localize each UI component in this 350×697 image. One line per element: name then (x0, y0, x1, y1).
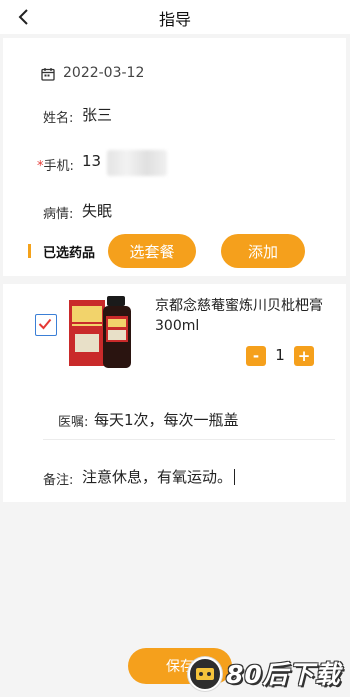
advice-label: 医嘱: (58, 415, 89, 430)
note-label: 备注: (43, 473, 74, 488)
patient-info-card: 2022-03-12 姓名: 张三 *手机: 13 病情: 失眠 已选药品 选套… (3, 38, 346, 276)
section-accent-bar (28, 244, 31, 258)
name-label: 姓名: (43, 111, 74, 126)
medicine-card: 京都念慈菴蜜炼川贝枇杷膏300ml - 1 + 医嘱: 每天1次，每次一瓶盖 备… (3, 284, 346, 502)
product-image (67, 294, 147, 374)
select-package-button[interactable]: 选套餐 (108, 234, 196, 268)
note-text: 注意休息，有氧运动。 (82, 468, 233, 486)
name-row: 姓名: 张三 (3, 102, 346, 128)
phone-label-text: 手机: (43, 159, 74, 174)
add-medicine-button[interactable]: 添加 (221, 234, 305, 268)
section-title: 已选药品 (43, 246, 96, 261)
phone-redaction (107, 150, 167, 176)
condition-label: 病情: (43, 207, 74, 222)
watermark-text: 80后下载 (226, 660, 341, 689)
phone-label: *手机: (37, 155, 74, 174)
condition-row: 病情: 失眠 (3, 198, 346, 224)
name-field[interactable]: 张三 (82, 104, 112, 125)
product-name: 京都念慈菴蜜炼川贝枇杷膏300ml (155, 298, 323, 334)
quantity-value: 1 (275, 346, 285, 364)
calendar-icon (41, 66, 55, 81)
advice-row: 医嘱: 每天1次，每次一瓶盖 (3, 404, 346, 434)
date-row: 2022-03-12 (3, 62, 346, 84)
note-row: 备注: 注意休息，有氧运动。 (3, 464, 346, 490)
divider (43, 439, 335, 440)
phone-field[interactable]: 13 (82, 152, 101, 170)
condition-field[interactable]: 失眠 (82, 200, 112, 221)
text-cursor (234, 469, 236, 485)
selected-medicine-header: 已选药品 选套餐 添加 (3, 234, 346, 270)
watermark: 80后下载 (188, 655, 344, 691)
top-bar: 指导 (0, 0, 350, 34)
increase-quantity-button[interactable]: + (294, 346, 314, 366)
page-title: 指导 (158, 10, 191, 29)
advice-field[interactable]: 每天1次，每次一瓶盖 (94, 409, 239, 430)
medicine-checkbox[interactable] (35, 314, 57, 336)
note-field[interactable]: 注意休息，有氧运动。 (82, 466, 236, 487)
phone-row: *手机: 13 (3, 150, 346, 176)
decrease-quantity-button[interactable]: - (246, 346, 266, 366)
cassette-logo-icon (188, 657, 222, 691)
date-value[interactable]: 2022-03-12 (63, 65, 144, 81)
